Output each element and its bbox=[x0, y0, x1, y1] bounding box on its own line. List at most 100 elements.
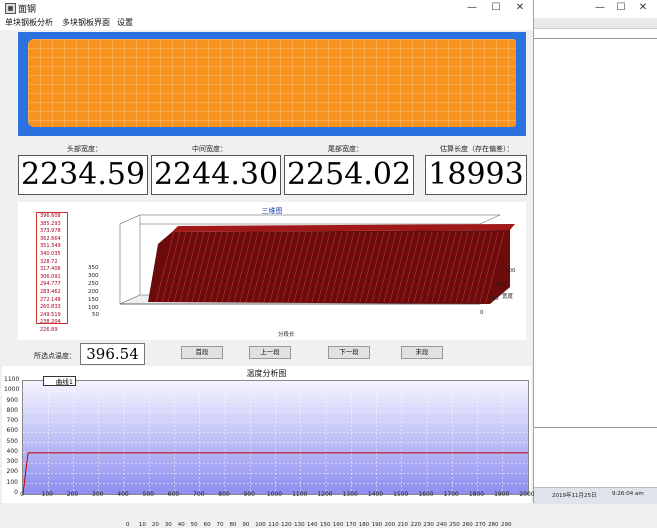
x-tick: 60 bbox=[203, 522, 211, 528]
legend-value: 294.777 bbox=[40, 281, 61, 288]
color-scale-legend: 396.608 385.293 373.978 362.664 351.349 … bbox=[36, 212, 68, 333]
next-segment-button[interactable]: 下一段 bbox=[328, 346, 370, 359]
x-tick: 120 bbox=[281, 522, 292, 528]
x-tick: 200 bbox=[66, 491, 79, 498]
x-tick: 700 bbox=[193, 491, 205, 498]
app-icon: ▦ bbox=[5, 3, 16, 14]
close-button[interactable]: ✕ bbox=[508, 0, 532, 16]
y-tick: 200 bbox=[6, 468, 18, 476]
three-d-chart: 三维图 396.608 385.293 373.978 362.664 351.… bbox=[18, 202, 526, 528]
taskbar-date: 2019年11月25日 bbox=[552, 493, 597, 499]
maximize-button[interactable]: ☐ bbox=[484, 0, 508, 16]
head-width-value: 2234.59 bbox=[18, 155, 148, 195]
menu-settings[interactable]: 设置 bbox=[117, 17, 133, 28]
x-tick: 170 bbox=[345, 522, 357, 528]
length-value: 18993 bbox=[425, 155, 527, 195]
x-tick: 100 bbox=[41, 491, 53, 498]
background-window-panel bbox=[534, 38, 657, 428]
legend-value: 306.091 bbox=[40, 273, 61, 280]
z-tick: 300 bbox=[88, 273, 99, 279]
temperature-plot-area bbox=[22, 380, 529, 495]
x-tick: 1500 bbox=[393, 491, 409, 498]
middle-width-value: 2244.30 bbox=[151, 155, 281, 195]
x-tick: 1900 bbox=[494, 491, 510, 498]
menu-single-plate[interactable]: 单块钢板分析 bbox=[5, 17, 53, 28]
y-tick: 1000 bbox=[4, 386, 20, 394]
x-tick: 240 bbox=[436, 522, 447, 528]
selected-temp-value: 396.54 bbox=[80, 343, 145, 365]
y-tick: 200 bbox=[496, 282, 507, 288]
x-tick: 150 bbox=[319, 522, 331, 528]
side-wall bbox=[119, 214, 141, 305]
x-tick: 500 bbox=[142, 491, 154, 498]
menu-multi-plate[interactable]: 多块钢板界面 bbox=[62, 17, 110, 28]
legend-value: 317.406 bbox=[40, 266, 61, 273]
legend-value: 385.293 bbox=[40, 220, 61, 227]
menu-bar: 单块钢板分析 多块钢板界面 设置 bbox=[0, 16, 533, 30]
tail-width-value: 2254.02 bbox=[284, 155, 414, 195]
three-d-surface bbox=[119, 214, 515, 305]
minimize-button[interactable]: — bbox=[460, 0, 484, 16]
x-tick: 250 bbox=[449, 522, 460, 528]
curve-legend: 曲线1 bbox=[43, 376, 76, 386]
first-segment-button[interactable]: 首段 bbox=[181, 346, 223, 359]
x-tick: 50 bbox=[190, 522, 198, 528]
x-tick: 900 bbox=[243, 491, 255, 498]
x-tick: 260 bbox=[462, 522, 473, 528]
x-tick: 190 bbox=[371, 522, 383, 528]
z-tick: 200 bbox=[88, 289, 99, 295]
x-tick: 1100 bbox=[292, 491, 308, 498]
legend-value: 340.035 bbox=[40, 250, 61, 257]
x-tick: 230 bbox=[423, 522, 434, 528]
legend-value: 249.519 bbox=[40, 311, 61, 318]
x-tick: 30 bbox=[164, 522, 172, 528]
x-tick: 300 bbox=[92, 491, 104, 498]
slab-image-panel bbox=[18, 32, 526, 136]
temperature-chart-panel: 温度分析图 bbox=[2, 366, 531, 503]
x-tick: 1800 bbox=[468, 491, 485, 498]
y-tick: 300 bbox=[505, 268, 516, 274]
slab-image bbox=[28, 39, 516, 127]
tail-width-label: 尾部宽度： bbox=[328, 145, 363, 153]
x-tick: 70 bbox=[216, 522, 224, 528]
z-tick: 350 bbox=[88, 265, 99, 271]
x-tick: 160 bbox=[332, 522, 344, 528]
y-tick: 0 bbox=[480, 310, 484, 316]
y-tick: 800 bbox=[6, 406, 18, 414]
legend-value: 283.462 bbox=[40, 288, 61, 295]
taskbar-time: 9:26:04 am bbox=[612, 491, 644, 497]
x-axis-label: 分段长 bbox=[278, 332, 295, 338]
prev-segment-button[interactable]: 上一段 bbox=[249, 346, 291, 359]
x-tick: 20 bbox=[151, 522, 159, 528]
z-tick: 150 bbox=[88, 297, 99, 303]
temperature-chart-title: 温度分析图 bbox=[246, 369, 287, 378]
legend-value: 238.204 bbox=[40, 319, 61, 326]
x-tick: 140 bbox=[307, 522, 318, 528]
legend-value: 362.664 bbox=[40, 235, 61, 242]
selected-temp-label: 所选点温度： bbox=[34, 352, 76, 360]
legend-value: 260.833 bbox=[40, 304, 61, 311]
y-tick: 900 bbox=[6, 396, 18, 404]
x-tick: 40 bbox=[177, 522, 185, 528]
x-tick: 1000 bbox=[266, 491, 283, 498]
legend-value: 373.978 bbox=[40, 228, 61, 235]
bg-close-button[interactable]: ✕ bbox=[631, 0, 655, 16]
surface-body bbox=[148, 230, 510, 304]
y-tick: 300 bbox=[6, 458, 18, 466]
bg-maximize-button[interactable]: ☐ bbox=[609, 0, 633, 16]
y-tick: 100 bbox=[6, 478, 18, 486]
middle-width-label: 中间宽度： bbox=[192, 145, 227, 153]
x-tick: 100 bbox=[255, 522, 266, 528]
x-tick: 1200 bbox=[317, 491, 333, 498]
x-tick: 280 bbox=[488, 522, 499, 528]
y-tick: 100 bbox=[488, 296, 499, 302]
y-tick: 600 bbox=[6, 427, 18, 435]
title-bar: ▦ 面钢 — ☐ ✕ bbox=[0, 0, 533, 16]
x-tick: 1400 bbox=[367, 491, 384, 498]
y-tick: 700 bbox=[6, 417, 18, 425]
legend-value: 328.72 bbox=[40, 258, 58, 265]
x-tick: 1300 bbox=[342, 491, 358, 498]
x-tick: 130 bbox=[294, 522, 305, 528]
legend-value: 272.148 bbox=[40, 296, 61, 303]
last-segment-button[interactable]: 末段 bbox=[401, 346, 443, 359]
